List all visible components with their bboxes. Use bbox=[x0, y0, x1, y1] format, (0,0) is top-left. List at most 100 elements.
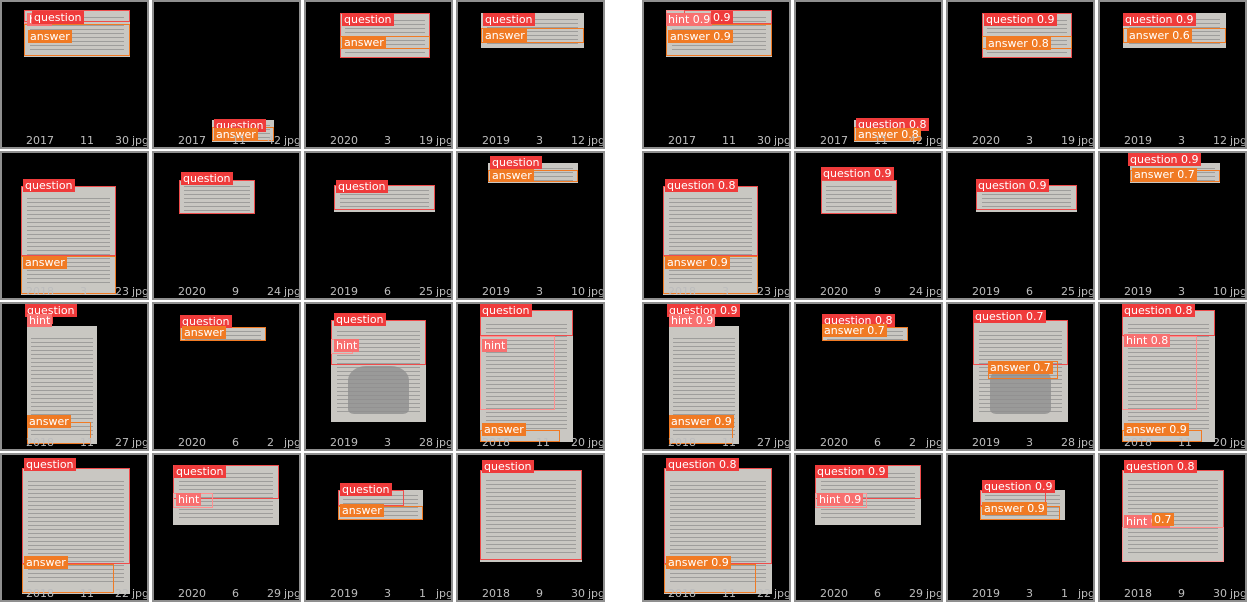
image-tile: hint 0.90.9 answer 0.9 2017 11 30jpg bbox=[642, 0, 791, 149]
filename-ext: jpg bbox=[774, 436, 789, 449]
hint-label: hint bbox=[482, 339, 508, 352]
filename-year: 2020 bbox=[820, 285, 848, 298]
filename-ext: jpg bbox=[774, 285, 789, 298]
filename-ext: jpg bbox=[132, 436, 147, 449]
filename-d: 23 bbox=[757, 285, 771, 298]
question-bounding-box bbox=[480, 470, 582, 560]
hint-label: hint 0.9 bbox=[817, 493, 864, 506]
filename-ext: jpg bbox=[436, 134, 451, 147]
filename-year: 2018 bbox=[26, 436, 54, 449]
image-tile: question 0.7 answer 0.7 2019 3 28jpg bbox=[946, 302, 1095, 451]
filename-year: 2018 bbox=[668, 436, 696, 449]
image-tile: question hint 2020 6 29jpg bbox=[152, 453, 301, 602]
filename-year: 2020 bbox=[972, 134, 1000, 147]
filename-year: 2019 bbox=[482, 134, 510, 147]
image-tile: question 0.9 answer 0.9 2019 3 1 jpg bbox=[946, 453, 1095, 602]
filename-ext: jpg bbox=[1230, 134, 1245, 147]
answer-label: answer bbox=[342, 36, 386, 49]
filename-year: 2020 bbox=[330, 134, 358, 147]
question-label: question 0.8 bbox=[1124, 460, 1197, 473]
filename-ext: jpg bbox=[284, 134, 299, 147]
filename-ext: jpg bbox=[1078, 587, 1093, 600]
question-label: question bbox=[482, 460, 534, 473]
filename-year: 2020 bbox=[178, 436, 206, 449]
filename-year: 2018 bbox=[482, 436, 510, 449]
filename-ext: jpg bbox=[284, 436, 299, 449]
filename-ext: jpg bbox=[1230, 436, 1245, 449]
image-tile: question 2019 6 25jpg bbox=[304, 151, 453, 300]
filename-caption: 2019 3 1 jpg bbox=[306, 587, 451, 600]
filename-m: 3 bbox=[1178, 285, 1185, 298]
image-tile: questionanswer 2019 3 10jpg bbox=[456, 151, 605, 300]
filename-caption: 2019 3 28jpg bbox=[306, 436, 451, 449]
filename-caption: 2020 6 29jpg bbox=[796, 587, 941, 600]
filename-year: 2018 bbox=[26, 587, 54, 600]
filename-ext: jpg bbox=[926, 587, 941, 600]
filename-year: 2019 bbox=[1124, 134, 1152, 147]
answer-label: answer bbox=[482, 423, 526, 436]
image-tile: question 0.8hint 0.50.72018930jpg bbox=[1098, 453, 1247, 602]
question-label: question bbox=[174, 465, 226, 478]
answer-label: answer bbox=[27, 415, 71, 428]
filename-ext: jpg bbox=[1078, 134, 1093, 147]
ground-truth-grid: hintquestionanswer20171130jpgquestionans… bbox=[0, 0, 606, 605]
hint-label: hint bbox=[334, 339, 360, 352]
filename-ext: jpg bbox=[774, 587, 789, 600]
filename-ext: jpg bbox=[1230, 587, 1245, 600]
question-label: question 0.8 bbox=[666, 458, 739, 471]
filename-d: 22 bbox=[757, 587, 771, 600]
question-label: question bbox=[24, 458, 76, 471]
filename-d: 12 bbox=[1213, 134, 1227, 147]
image-tile: question 2020 9 24jpg bbox=[152, 151, 301, 300]
answer-label: answer 0.6 bbox=[1127, 29, 1192, 42]
filename-d: 28 bbox=[419, 436, 433, 449]
filename-caption: 2019 3 12jpg bbox=[458, 134, 603, 147]
filename-d: 1 bbox=[419, 587, 426, 600]
filename-ext: jpg bbox=[132, 285, 147, 298]
image-tile: questionanswer20171142jpg bbox=[152, 0, 301, 149]
question-label: question bbox=[483, 13, 535, 26]
filename-caption: 2020 6 2 jpg bbox=[154, 436, 299, 449]
filename-year: 2019 bbox=[972, 436, 1000, 449]
filename-d: 10 bbox=[1213, 285, 1227, 298]
filename-caption: 2020 9 24jpg bbox=[796, 285, 941, 298]
answer-label: answer 0.7 bbox=[822, 324, 887, 337]
question-bounding-box bbox=[663, 186, 758, 256]
question-label: question bbox=[334, 313, 386, 326]
hint-label: hint bbox=[27, 314, 53, 327]
filename-ext: jpg bbox=[774, 134, 789, 147]
filename-caption: 2017 11 30jpg bbox=[2, 134, 147, 147]
question-label: question 0.9 bbox=[815, 465, 888, 478]
filename-caption: 2018 3 23jpg bbox=[644, 285, 789, 298]
filename-m: 3 bbox=[384, 436, 391, 449]
image-tile: question 0.9 answer 0.7 2019 3 10jpg bbox=[1098, 151, 1247, 300]
filename-caption: 2019 6 25jpg bbox=[306, 285, 451, 298]
filename-m: 3 bbox=[384, 587, 391, 600]
filename-year: 2018 bbox=[668, 285, 696, 298]
answer-label: answer bbox=[24, 556, 68, 569]
filename-m: 3 bbox=[1178, 134, 1185, 147]
filename-m: 11 bbox=[1178, 436, 1192, 449]
answer-label: answer 0.9 bbox=[1124, 423, 1189, 436]
image-tile: hintquestionanswer20171130jpg bbox=[0, 0, 149, 149]
filename-d: 29 bbox=[909, 587, 923, 600]
filename-year: 2019 bbox=[1124, 285, 1152, 298]
filename-d: 27 bbox=[757, 436, 771, 449]
question-label: question bbox=[490, 156, 542, 169]
question-label: question 0.9 bbox=[1123, 13, 1196, 26]
filename-ext: jpg bbox=[926, 134, 941, 147]
filename-d: 30 bbox=[1213, 587, 1227, 600]
answer-label: answer bbox=[490, 169, 534, 182]
filename-d: 28 bbox=[1061, 436, 1075, 449]
filename-d: 10 bbox=[571, 285, 585, 298]
hint-label: hint 0.9 bbox=[669, 314, 716, 327]
image-tile: question answer 2019 3 1 jpg bbox=[304, 453, 453, 602]
filename-year: 2019 bbox=[330, 436, 358, 449]
filename-caption: 2019 3 12jpg bbox=[1100, 134, 1245, 147]
prediction-grid: hint 0.90.9answer 0.920171130jpgquestion… bbox=[642, 0, 1248, 605]
image-tile: question 0.8answer 0.820171142jpg bbox=[794, 0, 943, 149]
hint-bounding-box bbox=[1122, 336, 1197, 410]
question-bounding-box bbox=[664, 468, 772, 564]
filename-ext: jpg bbox=[588, 436, 603, 449]
filename-m: 3 bbox=[384, 134, 391, 147]
